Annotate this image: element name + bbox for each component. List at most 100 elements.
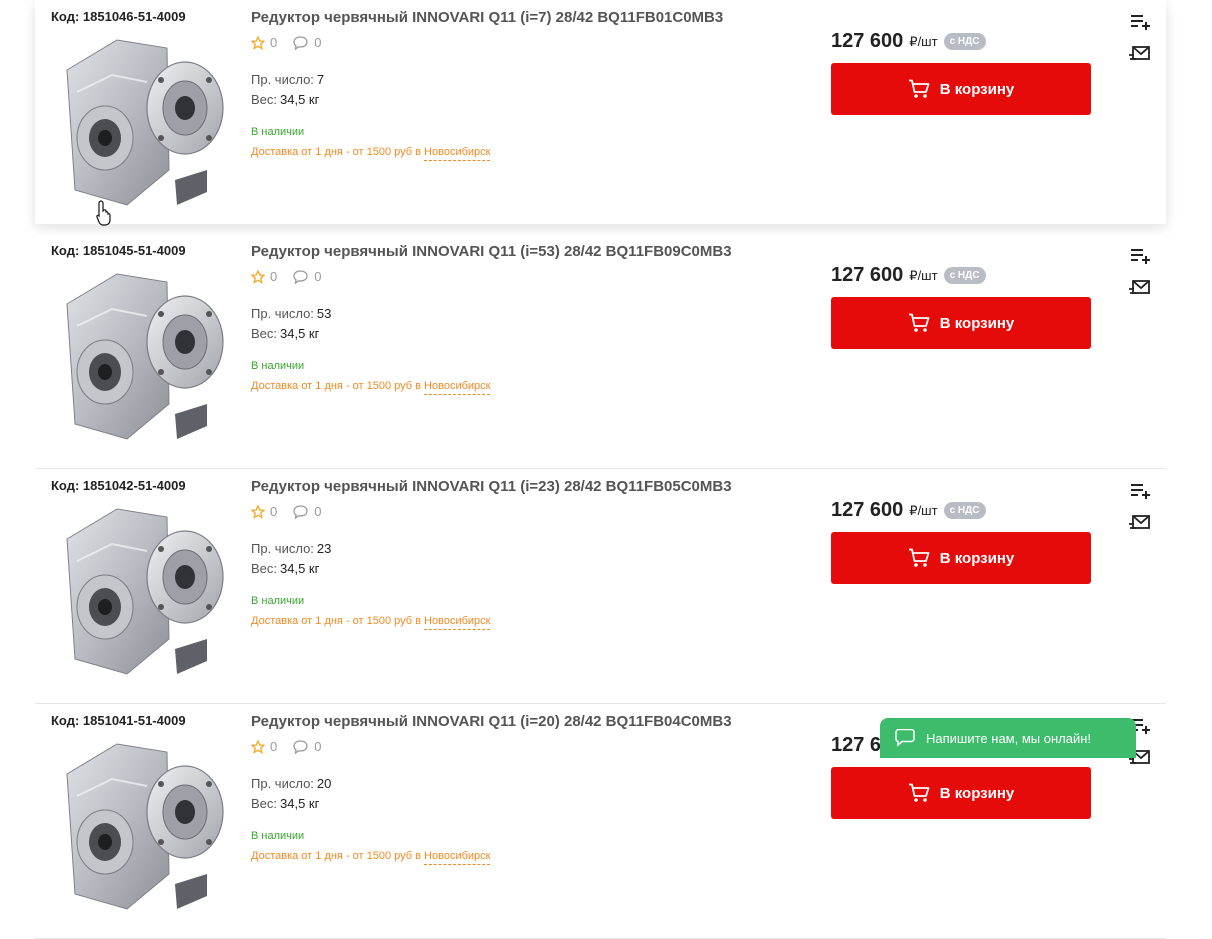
vat-badge: с НДС — [943, 267, 986, 284]
comments-count[interactable]: 0 — [314, 504, 321, 519]
city-selector-link[interactable]: Новосибирск — [424, 380, 491, 395]
product-card: Код: 1851045-51-4009 Редуктор червячный … — [35, 234, 1166, 469]
cart-icon — [908, 313, 930, 332]
add-to-cart-button[interactable]: В корзину — [831, 297, 1091, 349]
comments-count[interactable]: 0 — [314, 739, 321, 754]
vat-badge: с НДС — [943, 33, 986, 50]
comments-count[interactable]: 0 — [314, 35, 321, 50]
delivery-info: Доставка от 1 дня - от 1500 руб в Новоси… — [251, 850, 491, 865]
product-image[interactable] — [57, 30, 227, 210]
add-to-cart-button[interactable]: В корзину — [831, 532, 1091, 584]
hand-cursor-icon — [96, 200, 111, 226]
delivery-text: Доставка от 1 дня - от 1500 руб в — [251, 146, 421, 158]
delivery-text: Доставка от 1 дня - от 1500 руб в — [251, 850, 421, 862]
product-title-link[interactable]: Редуктор червячный INNOVARI Q11 (i=53) 2… — [251, 243, 732, 260]
product-card: Код: 1851046-51-4009 Редуктор червячный … — [35, 0, 1166, 224]
product-list: Код: 1851046-51-4009 Редуктор червячный … — [35, 0, 1166, 939]
stock-status: В наличии — [251, 595, 305, 607]
chat-label: Напишите нам, мы онлайн! — [926, 730, 1092, 746]
product-code: Код: 1851045-51-4009 — [51, 243, 186, 258]
cart-icon — [908, 79, 930, 98]
add-to-list-icon[interactable] — [1129, 13, 1151, 31]
cart-icon — [908, 548, 930, 567]
city-selector-link[interactable]: Новосибирск — [424, 146, 491, 161]
weight: Вес: 34,5 кг — [251, 92, 319, 107]
add-to-list-icon[interactable] — [1129, 247, 1151, 265]
ratio-label: Пр. число: — [251, 541, 314, 556]
add-to-cart-label: В корзину — [939, 80, 1015, 98]
mail-icon[interactable] — [1129, 279, 1151, 297]
ratio-label: Пр. число: — [251, 306, 314, 321]
product-code: Код: 1851042-51-4009 — [51, 478, 186, 493]
add-to-cart-button[interactable]: В корзину — [831, 63, 1091, 115]
comment-icon — [293, 35, 308, 50]
vat-badge: с НДС — [943, 502, 986, 519]
delivery-text: Доставка от 1 дня - от 1500 руб в — [251, 615, 421, 627]
product-image[interactable] — [57, 734, 227, 914]
price-block: 127 600 ₽/шт с НДС — [831, 499, 986, 522]
weight-label: Вес: — [251, 796, 278, 811]
product-title-link[interactable]: Редуктор червячный INNOVARI Q11 (i=7) 28… — [251, 9, 723, 26]
star-icon — [251, 269, 265, 284]
rating-count[interactable]: 0 — [270, 269, 277, 284]
product-code: Код: 1851046-51-4009 — [51, 9, 186, 24]
price-amount: 127 600 — [831, 30, 904, 52]
stock-status: В наличии — [251, 126, 305, 138]
weight: Вес: 34,5 кг — [251, 796, 319, 811]
product-code: Код: 1851041-51-4009 — [51, 713, 186, 728]
mail-icon[interactable] — [1129, 514, 1151, 532]
rating-count[interactable]: 0 — [270, 739, 277, 754]
product-title-link[interactable]: Редуктор червячный INNOVARI Q11 (i=20) 2… — [251, 713, 732, 730]
gear-ratio: Пр. число: 20 — [251, 776, 331, 791]
price-block: 127 600 ₽/шт с НДС — [831, 264, 986, 287]
star-icon — [251, 739, 265, 754]
stock-status: В наличии — [251, 830, 305, 842]
add-to-cart-button[interactable]: В корзину — [831, 767, 1091, 819]
delivery-info: Доставка от 1 дня - от 1500 руб в Новоси… — [251, 146, 491, 161]
cart-icon — [908, 783, 930, 802]
ratio-value: 23 — [316, 541, 332, 556]
weight: Вес: 34,5 кг — [251, 561, 319, 576]
comments-count[interactable]: 0 — [314, 269, 321, 284]
ratio-value: 7 — [316, 72, 325, 87]
gear-ratio: Пр. число: 53 — [251, 306, 331, 321]
delivery-info: Доставка от 1 дня - от 1500 руб в Новоси… — [251, 615, 491, 630]
stock-status: В наличии — [251, 360, 305, 372]
comment-icon — [293, 739, 308, 754]
add-to-cart-label: В корзину — [939, 784, 1015, 802]
mail-icon[interactable] — [1129, 45, 1151, 63]
gear-ratio: Пр. число: 23 — [251, 541, 331, 556]
ratio-label: Пр. число: — [251, 72, 314, 87]
weight-value: 34,5 кг — [280, 796, 320, 811]
rating-count[interactable]: 0 — [270, 504, 277, 519]
add-to-list-icon[interactable] — [1129, 482, 1151, 500]
city-selector-link[interactable]: Новосибирск — [424, 615, 491, 630]
price-amount: 127 600 — [831, 499, 904, 521]
price-unit: ₽/шт — [909, 33, 938, 49]
weight-label: Вес: — [251, 561, 278, 576]
star-icon — [251, 35, 265, 50]
online-chat-widget[interactable]: Напишите нам, мы онлайн! — [880, 718, 1136, 758]
weight-value: 34,5 кг — [280, 92, 320, 107]
rating-count[interactable]: 0 — [270, 35, 277, 50]
weight-label: Вес: — [251, 92, 278, 107]
product-card: Код: 1851042-51-4009 Редуктор червячный … — [35, 469, 1166, 704]
weight-value: 34,5 кг — [280, 561, 320, 576]
price-amount: 127 600 — [831, 264, 904, 286]
product-image[interactable] — [57, 499, 227, 679]
delivery-info: Доставка от 1 дня - от 1500 руб в Новоси… — [251, 380, 491, 395]
delivery-text: Доставка от 1 дня - от 1500 руб в — [251, 380, 421, 392]
add-to-cart-label: В корзину — [939, 549, 1015, 567]
ratio-value: 20 — [316, 776, 332, 791]
star-icon — [251, 504, 265, 519]
weight-label: Вес: — [251, 326, 278, 341]
gear-ratio: Пр. число: 7 — [251, 72, 324, 87]
product-meta: 0 0 — [251, 269, 321, 284]
add-to-cart-label: В корзину — [939, 314, 1015, 332]
product-title-link[interactable]: Редуктор червячный INNOVARI Q11 (i=23) 2… — [251, 478, 732, 495]
product-image[interactable] — [57, 264, 227, 444]
ratio-value: 53 — [316, 306, 332, 321]
chat-icon — [895, 729, 915, 747]
price-unit: ₽/шт — [909, 502, 938, 518]
city-selector-link[interactable]: Новосибирск — [424, 850, 491, 865]
